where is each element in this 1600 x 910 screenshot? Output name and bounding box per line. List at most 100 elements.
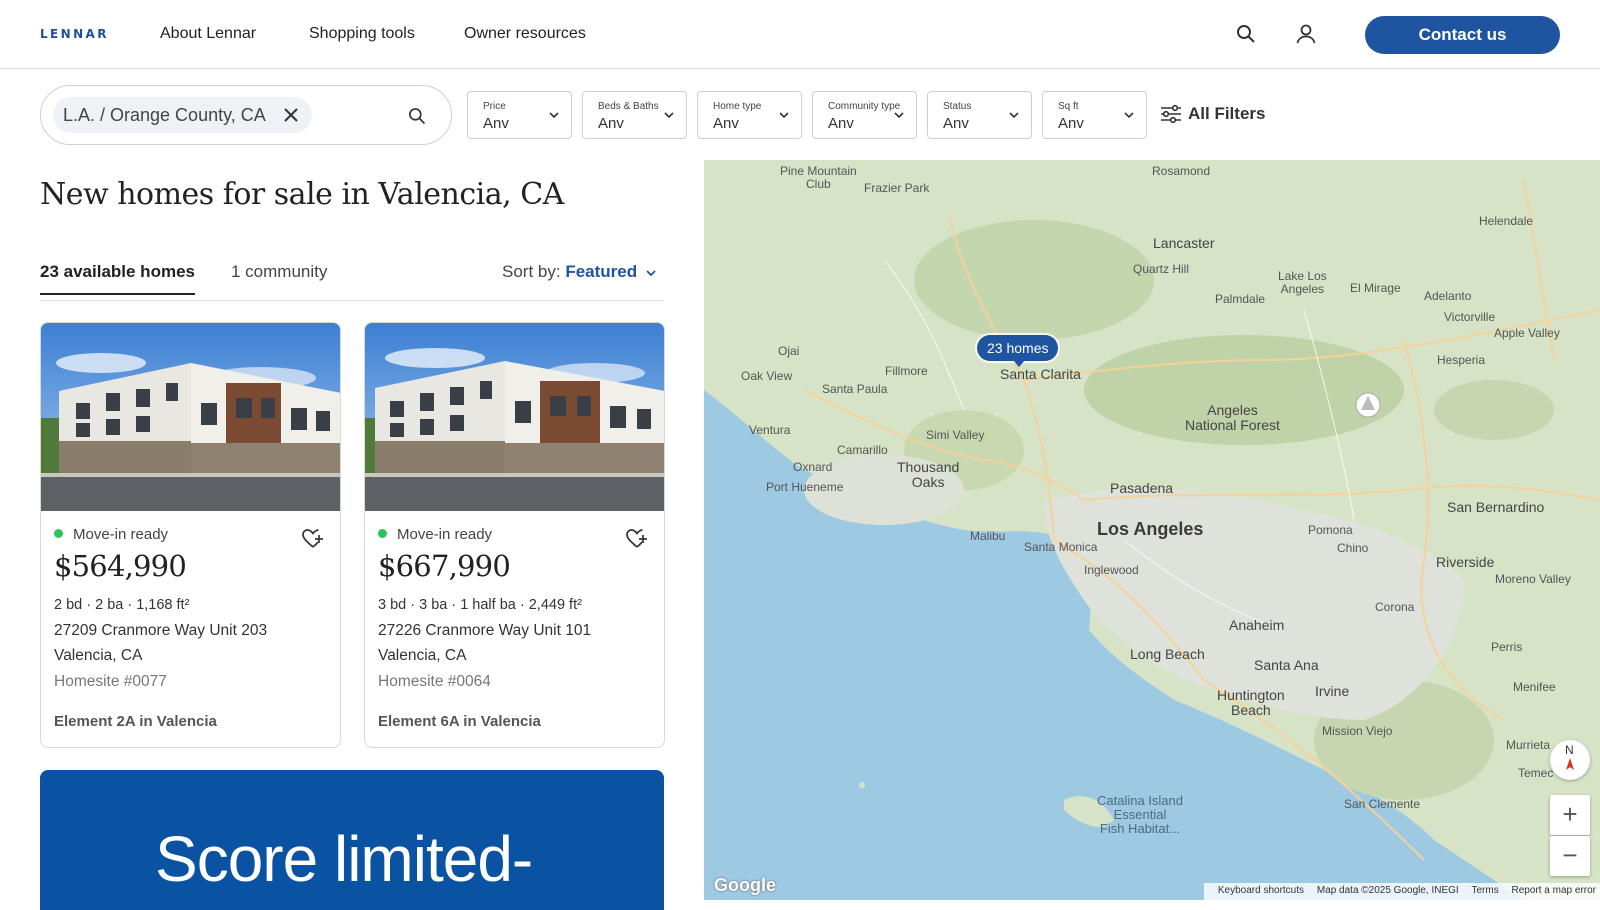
search-icon[interactable] [407, 106, 427, 126]
promo-headline: Score limited- [155, 823, 533, 895]
map-label: Fillmore [885, 364, 928, 378]
filter-value: Anv [828, 115, 854, 132]
promo-banner[interactable]: Score limited- [40, 770, 664, 910]
tab-available-homes[interactable]: 23 available homes [40, 262, 195, 295]
home-specs: 3 bd · 3 ba · 1 half ba · 2,449 ft² [378, 597, 582, 613]
map-label: Huntington Beach [1217, 687, 1285, 718]
close-icon[interactable] [282, 106, 300, 124]
map-label: Santa Paula [822, 382, 888, 396]
sort-prefix: Sort by: [502, 262, 561, 281]
map-label: Helendale [1479, 214, 1534, 228]
map-label: Chino [1337, 541, 1369, 555]
map-label: Thousand Oaks [897, 459, 960, 490]
terms-link[interactable]: Terms [1472, 885, 1499, 896]
chevron-down-icon [1124, 112, 1134, 119]
heart-icon[interactable] [626, 529, 648, 549]
map-label: Adelanto [1424, 289, 1472, 303]
home-address-line2: Valencia, CA [54, 647, 143, 664]
filter-value: Anv [598, 115, 624, 132]
map-label: Santa Ana [1254, 657, 1319, 673]
map-label: Pine Mountain Club [780, 164, 857, 191]
zoom-in-button[interactable]: + [1550, 795, 1590, 835]
filter-beds-baths[interactable]: Beds & Baths Anv [582, 91, 687, 139]
sort-dropdown[interactable]: Sort by: Featured [502, 262, 656, 282]
home-price: $667,990 [378, 549, 511, 583]
account-icon[interactable] [1294, 22, 1318, 46]
location-search-box[interactable]: L.A. / Orange County, CA [40, 85, 452, 145]
filter-value: Anv [1058, 115, 1084, 132]
nav-shopping-tools[interactable]: Shopping tools [309, 25, 415, 43]
page-title: New homes for sale in Valencia, CA [40, 177, 564, 212]
map-label: Camarillo [837, 443, 888, 457]
status-text: Move-in ready [397, 526, 493, 543]
filter-value: Anv [943, 115, 969, 132]
nav-about-lennar[interactable]: About Lennar [160, 25, 256, 43]
map-label: Ventura [749, 423, 791, 437]
community-name[interactable]: Element 2A in Valencia [54, 713, 217, 730]
filter-value: Anv [483, 115, 509, 132]
chevron-down-icon [894, 112, 904, 119]
homes-map-pin[interactable]: 23 homes [977, 335, 1059, 367]
map-attribution: Keyboard shortcuts Map data ©2025 Google… [1203, 883, 1600, 900]
home-address-line1: 27226 Cranmore Way Unit 101 [378, 622, 592, 639]
map-label: Moreno Valley [1495, 572, 1571, 586]
nav-owner-resources[interactable]: Owner resources [464, 25, 586, 43]
home-price: $564,990 [54, 549, 187, 583]
filters-icon [1161, 104, 1181, 124]
map-label: Malibu [970, 529, 1006, 543]
search-icon[interactable] [1234, 22, 1258, 46]
map-label: Catalina Island Essential Fish Habitat..… [1097, 793, 1183, 836]
map-label: Oak View [741, 369, 793, 383]
chevron-down-icon [779, 112, 789, 119]
zoom-out-button[interactable]: − [1550, 836, 1590, 876]
tab-community[interactable]: 1 community [231, 262, 327, 282]
chevron-down-icon [1009, 112, 1019, 119]
keyboard-shortcuts-link[interactable]: Keyboard shortcuts [1218, 885, 1304, 896]
filter-sq-ft[interactable]: Sq ft Anv [1042, 91, 1147, 139]
map-label: Anaheim [1229, 617, 1285, 633]
map-label: Riverside [1436, 554, 1495, 570]
location-chip[interactable]: L.A. / Orange County, CA [53, 97, 312, 133]
report-error-link[interactable]: Report a map error [1512, 885, 1596, 896]
filter-price[interactable]: Price Anv [467, 91, 572, 139]
chevron-down-icon [664, 112, 674, 119]
map-label: Santa Clarita [1000, 366, 1081, 382]
lennar-logo[interactable]: LENNAR [40, 27, 109, 41]
map-label: Los Angeles [1097, 519, 1204, 539]
home-card[interactable]: Move-in ready $667,990 3 bd · 3 ba · 1 h… [364, 322, 665, 748]
home-card[interactable]: Move-in ready $564,990 2 bd · 2 ba · 1,1… [40, 322, 341, 748]
site-header: LENNAR About Lennar Shopping tools Owner… [0, 0, 1600, 69]
compass-button[interactable]: N [1550, 740, 1590, 780]
filter-status[interactable]: Status Anv [927, 91, 1032, 139]
filter-label: Status [943, 101, 972, 112]
map-label: Pomona [1308, 523, 1353, 537]
map-label: Oxnard [793, 460, 833, 474]
status-dot [378, 529, 387, 538]
filter-label: Sq ft [1058, 101, 1079, 112]
all-filters-button[interactable]: All Filters [1160, 104, 1265, 124]
filter-value: Anv [713, 115, 739, 132]
chevron-down-icon [646, 270, 656, 277]
tabs-divider [40, 300, 664, 301]
map-label: Victorville [1444, 310, 1496, 324]
home-photo[interactable] [365, 323, 665, 511]
contact-us-button[interactable]: Contact us [1365, 16, 1560, 54]
filter-community-type[interactable]: Community type Anv [812, 91, 917, 139]
filter-home-type[interactable]: Home type Anv [697, 91, 802, 139]
map[interactable]: Pine Mountain Club Frazier Park Rosamond… [704, 160, 1600, 900]
community-name[interactable]: Element 6A in Valencia [378, 713, 541, 730]
map-label: Quartz Hill [1133, 262, 1190, 276]
map-label: Santa Monica [1024, 540, 1098, 554]
google-logo[interactable]: Google [714, 875, 776, 896]
filter-label: Community type [828, 101, 901, 112]
map-label: San Clemente [1344, 797, 1421, 811]
map-label: Long Beach [1130, 646, 1205, 662]
home-photo[interactable] [41, 323, 341, 511]
map-label: Port Hueneme [766, 480, 844, 494]
heart-icon[interactable] [302, 529, 324, 549]
compass-icon [1566, 758, 1574, 770]
map-label: Mission Viejo [1322, 724, 1393, 738]
map-label: Pasadena [1110, 480, 1174, 496]
all-filters-label: All Filters [1188, 104, 1266, 123]
map-label: Perris [1491, 640, 1523, 654]
